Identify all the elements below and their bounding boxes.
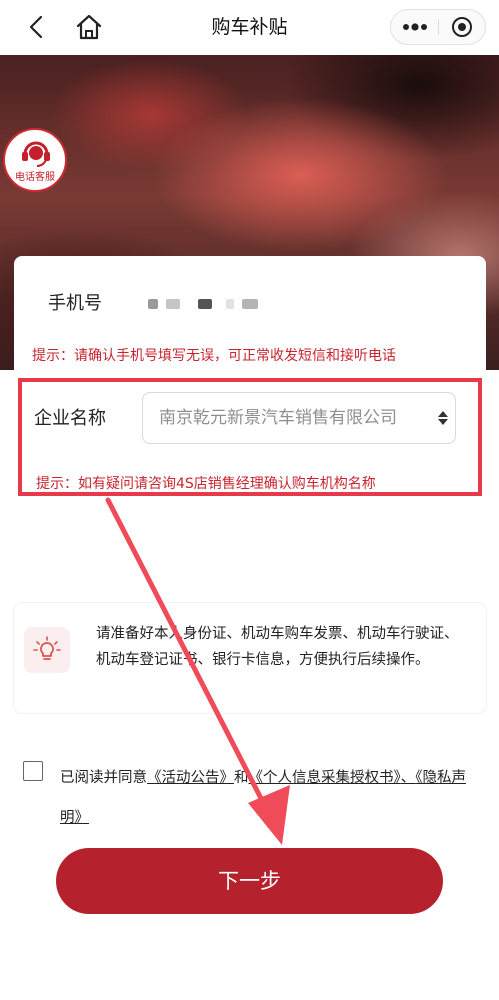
headset-agent-icon [22, 141, 50, 167]
phone-input[interactable] [142, 286, 442, 322]
phone-label: 手机号 [48, 293, 102, 314]
masked-digit [226, 299, 234, 309]
phone-hint: 提示：请确认手机号填写无误，可正常收发短信和接听电话 [32, 348, 396, 364]
close-button[interactable] [439, 10, 485, 44]
back-button[interactable] [22, 12, 52, 42]
agreement-separator: 、 [400, 770, 416, 786]
company-select[interactable]: 南京乾元新景汽车销售有限公司 [142, 392, 456, 444]
mini-program-capsule [390, 9, 486, 45]
next-step-button[interactable]: 下一步 [56, 848, 443, 914]
agreement-checkbox[interactable] [23, 761, 43, 781]
target-circle-icon [452, 17, 472, 37]
masked-digit [148, 299, 158, 309]
more-button[interactable] [391, 10, 438, 44]
more-dots-icon [402, 23, 427, 31]
chevron-left-icon [29, 15, 43, 39]
agreement-and: 和 [234, 770, 249, 786]
phone-service-button[interactable]: 电话客服 [3, 128, 67, 192]
masked-digit [166, 299, 180, 309]
company-select-value: 南京乾元新景汽车销售有限公司 [159, 408, 397, 428]
masked-digit [198, 299, 212, 309]
lightbulb-icon [33, 636, 61, 660]
masked-digit [242, 299, 258, 309]
tips-icon-container [24, 627, 70, 673]
company-hint: 提示：如有疑问请咨询4S店销售经理确认购车机构名称 [36, 476, 376, 492]
tips-text: 请准备好本人身份证、机动车购车发票、机动车行驶证、机动车登记证书、银行卡信息，方… [96, 626, 459, 668]
tips-card: 请准备好本人身份证、机动车购车发票、机动车行驶证、机动车登记证书、银行卡信息，方… [14, 603, 486, 713]
form-card: 手机号 提示：请确认手机号填写无误，可正常收发短信和接听电话 企业名称 南京乾元… [14, 256, 486, 576]
agreement-text: 已阅读并同意《活动公告》和《个人信息采集授权书》、《隐私声明》 [60, 758, 480, 838]
agreement-prefix: 已阅读并同意 [60, 770, 147, 786]
activity-notice-link[interactable]: 《活动公告》 [147, 770, 234, 786]
home-icon [76, 14, 102, 40]
personal-info-auth-link[interactable]: 《个人信息采集授权书》 [249, 770, 401, 786]
nav-bar: 购车补贴 [0, 0, 499, 55]
home-button[interactable] [73, 12, 105, 42]
company-label: 企业名称 [34, 408, 106, 429]
service-label: 电话客服 [15, 172, 55, 183]
select-arrows-icon [438, 411, 448, 425]
